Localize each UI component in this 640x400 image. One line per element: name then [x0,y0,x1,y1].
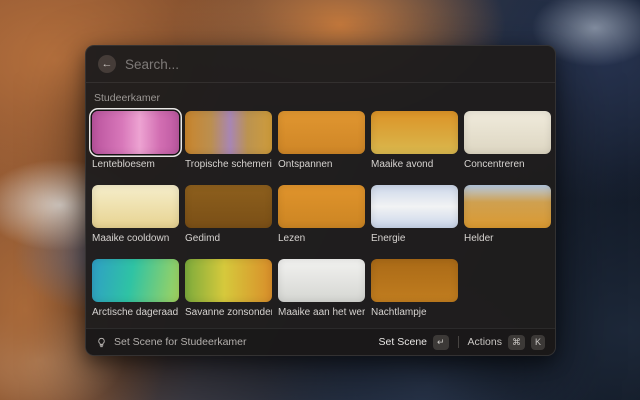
set-scene-action[interactable]: Set Scene [379,336,427,348]
scene-card[interactable]: Nachtlampje [371,259,458,318]
footer-status: Set Scene for Studeerkamer [96,336,247,348]
scene-list: Studeerkamer Lentebloesem Tropische schem… [86,83,555,328]
scene-thumbnail[interactable] [464,111,551,154]
scene-card[interactable]: Arctische dageraad [92,259,179,318]
scene-card[interactable]: Concentreren [464,111,551,170]
scene-label: Gedimd [185,233,272,244]
scene-thumbnail[interactable] [278,259,365,302]
footer-divider [458,336,459,348]
search-input[interactable] [125,57,543,72]
scene-thumbnail[interactable] [278,185,365,228]
scene-label: Maaike avond [371,159,458,170]
scene-thumbnail[interactable] [371,111,458,154]
scene-card[interactable]: Ontspannen [278,111,365,170]
scene-card[interactable]: Maaike cooldown [92,185,179,244]
scene-card[interactable]: Lentebloesem [92,111,179,170]
scene-label: Maaike cooldown [92,233,179,244]
scene-thumbnail[interactable] [371,259,458,302]
scene-card[interactable]: Gedimd [185,185,272,244]
scene-label: Lentebloesem [92,159,179,170]
scene-card[interactable]: Tropische schemering [185,111,272,170]
back-button[interactable]: ← [98,55,116,73]
scene-thumbnail[interactable] [371,185,458,228]
action-bar: Set Scene for Studeerkamer Set Scene ↵ A… [86,328,555,355]
scene-thumbnail[interactable] [278,111,365,154]
search-bar: ← [86,46,555,83]
scene-card[interactable]: Maaike avond [371,111,458,170]
scene-thumbnail[interactable] [92,259,179,302]
scene-card[interactable]: Maaike aan het werk [278,259,365,318]
scene-label: Maaike aan het werk [278,307,365,318]
scene-picker-window: ← Studeerkamer Lentebloesem Tropische sch… [85,45,556,356]
scene-label: Energie [371,233,458,244]
scene-label: Lezen [278,233,365,244]
scene-label: Nachtlampje [371,307,458,318]
scene-thumbnail[interactable] [185,259,272,302]
section-title: Studeerkamer [94,92,549,104]
cmd-key-icon: ⌘ [508,335,525,350]
desktop-wallpaper: ← Studeerkamer Lentebloesem Tropische sch… [0,0,640,400]
scene-label: Tropische schemering [185,159,272,170]
scene-label: Ontspannen [278,159,365,170]
scene-thumbnail[interactable] [92,111,179,154]
scene-thumbnail[interactable] [185,185,272,228]
actions-button[interactable]: Actions [468,336,502,348]
scene-thumbnail[interactable] [464,185,551,228]
scene-label: Helder [464,233,551,244]
scene-thumbnail[interactable] [92,185,179,228]
footer-actions: Set Scene ↵ Actions ⌘ K [379,335,545,350]
scene-card[interactable]: Lezen [278,185,365,244]
scene-label: Concentreren [464,159,551,170]
scene-thumbnail[interactable] [185,111,272,154]
lightbulb-icon [96,337,107,348]
k-key-icon: K [531,335,545,350]
scene-card[interactable]: Energie [371,185,458,244]
scene-card[interactable]: Helder [464,185,551,244]
back-arrow-icon: ← [102,58,113,70]
scene-grid: Lentebloesem Tropische schemering Ontspann… [92,111,549,318]
scene-label: Arctische dageraad [92,307,179,318]
scene-label: Savanne zonsonderg… [185,307,272,318]
scene-card[interactable]: Savanne zonsonderg… [185,259,272,318]
enter-key-icon: ↵ [433,335,449,350]
footer-status-label: Set Scene for Studeerkamer [114,336,247,348]
